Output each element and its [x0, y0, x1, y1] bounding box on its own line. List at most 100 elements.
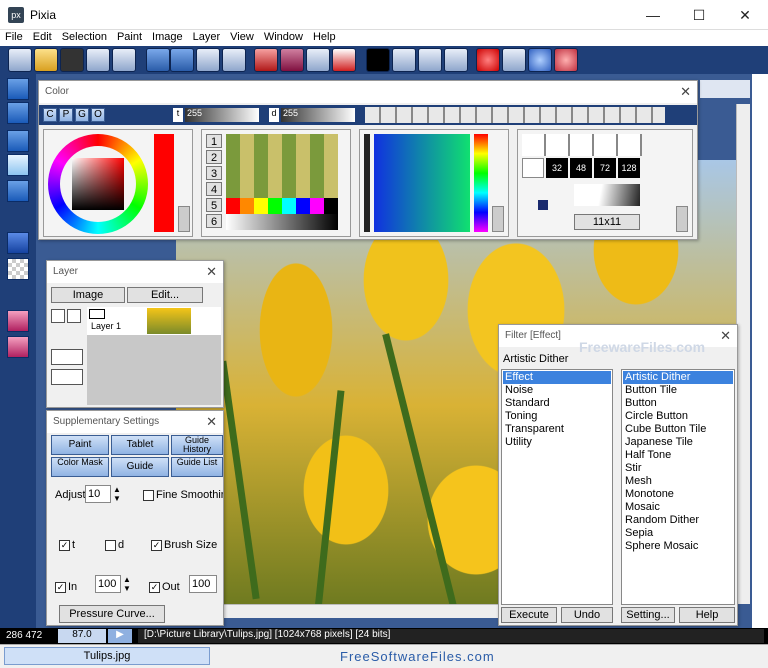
paint-button[interactable]: Paint	[51, 435, 109, 455]
layer-panel-close-icon[interactable]: ✕	[206, 264, 217, 280]
brush-dark-icon[interactable]	[280, 48, 304, 72]
guide-button[interactable]: Guide	[111, 457, 169, 477]
menu-view[interactable]: View	[225, 30, 259, 44]
tab-o[interactable]: O	[91, 108, 105, 122]
delete-layer-icon[interactable]	[67, 309, 81, 323]
brush-expand-icon[interactable]	[676, 206, 688, 232]
text-layer-icon[interactable]	[51, 349, 83, 365]
paste-icon[interactable]	[222, 48, 246, 72]
filter-sphere-mosaic[interactable]: Sphere Mosaic	[623, 540, 733, 553]
color-square[interactable]	[72, 158, 124, 210]
undo-button[interactable]: Undo	[561, 607, 613, 623]
filter-button-tile[interactable]: Button Tile	[623, 384, 733, 397]
supp-panel-close-icon[interactable]: ✕	[206, 414, 217, 430]
menu-help[interactable]: Help	[308, 30, 341, 44]
layer-image-button[interactable]: Image	[51, 287, 125, 303]
filter-random-dither[interactable]: Random Dither	[623, 514, 733, 527]
zoom-level[interactable]: 87.0	[58, 629, 106, 643]
layer-visibility-icon[interactable]	[89, 309, 105, 319]
tab-p[interactable]: P	[59, 108, 73, 122]
d-slider[interactable]: 255	[281, 108, 355, 122]
help-button[interactable]: Help	[679, 607, 735, 623]
tab-g[interactable]: G	[75, 108, 89, 122]
t-slider[interactable]: 255	[185, 108, 259, 122]
filter-mosaic[interactable]: Mosaic	[623, 501, 733, 514]
guide-history-button[interactable]: Guide History	[171, 435, 223, 455]
brush-small-sizes[interactable]	[522, 134, 642, 156]
zoom-in-icon[interactable]	[528, 48, 552, 72]
palette-row-3[interactable]: 3	[206, 166, 222, 180]
pressure-curve-button[interactable]: Pressure Curve...	[59, 605, 165, 623]
image-window-controls[interactable]	[700, 80, 750, 98]
filter-japanese-tile[interactable]: Japanese Tile	[623, 436, 733, 449]
menu-selection[interactable]: Selection	[57, 30, 112, 44]
brush-size-128[interactable]: 128	[618, 158, 640, 178]
gradient-expand-icon[interactable]	[492, 206, 504, 232]
menu-image[interactable]: Image	[147, 30, 188, 44]
brush-size-48[interactable]: 48	[570, 158, 592, 178]
filter-stir[interactable]: Stir	[623, 462, 733, 475]
transparency-icon[interactable]	[7, 258, 29, 280]
fill-icon[interactable]	[7, 154, 29, 176]
menu-file[interactable]: File	[0, 30, 28, 44]
color-panel-close-icon[interactable]: ✕	[680, 84, 691, 100]
rect-select-icon[interactable]	[7, 130, 29, 152]
color-mask-button[interactable]: Color Mask	[51, 457, 109, 477]
palette-row-4[interactable]: 4	[206, 182, 222, 196]
filter-monotone[interactable]: Monotone	[623, 488, 733, 501]
in-input[interactable]: 100	[95, 575, 121, 593]
magnifier-icon[interactable]	[306, 48, 330, 72]
category-toning[interactable]: Toning	[503, 410, 611, 423]
menu-layer[interactable]: Layer	[188, 30, 226, 44]
record-icon[interactable]	[476, 48, 500, 72]
guide-list-button[interactable]: Guide List	[171, 457, 223, 477]
layer-list-icon[interactable]	[51, 369, 83, 385]
filter-button[interactable]: Button	[623, 397, 733, 410]
tab-c[interactable]: C	[43, 108, 57, 122]
brush-size-check[interactable]: ✓ Brush Size	[151, 539, 217, 551]
save-icon[interactable]	[86, 48, 110, 72]
maximize-button[interactable]: ☐	[676, 0, 722, 30]
brush-size-16[interactable]	[522, 158, 544, 178]
zoom-out-icon[interactable]	[554, 48, 578, 72]
close-button[interactable]: ✕	[722, 0, 768, 30]
brush-size-72[interactable]: 72	[594, 158, 616, 178]
filter-category-list[interactable]: Effect Noise Standard Toning Transparent…	[501, 369, 613, 605]
d-check[interactable]: d	[105, 539, 124, 551]
filter-panel-close-icon[interactable]: ✕	[720, 328, 731, 344]
palette-row-6[interactable]: 6	[206, 214, 222, 228]
gradient-slider[interactable]	[364, 134, 370, 232]
pencil-icon[interactable]	[7, 102, 29, 124]
transform-icon[interactable]	[7, 232, 29, 254]
out-check[interactable]: ✓ Out	[149, 581, 180, 593]
adjust-spinner-icon[interactable]: ▲ ▼	[113, 485, 121, 503]
fine-smoothing-check[interactable]: Fine Smoothin	[143, 489, 223, 501]
expand-arrow-icon[interactable]	[178, 206, 190, 232]
tablet-button[interactable]: Tablet	[111, 435, 169, 455]
category-utility[interactable]: Utility	[503, 436, 611, 449]
filter-circle-button[interactable]: Circle Button	[623, 410, 733, 423]
adjust-input[interactable]: 10	[85, 485, 111, 503]
texture-swatches[interactable]	[226, 134, 338, 198]
vertical-scrollbar[interactable]	[736, 104, 750, 604]
setting-button[interactable]: Setting...	[621, 607, 675, 623]
palette-row-1[interactable]: 1	[206, 134, 222, 148]
in-check[interactable]: ✓ In	[55, 581, 77, 593]
copy-icon[interactable]	[196, 48, 220, 72]
image-icon[interactable]	[392, 48, 416, 72]
text-tool-icon[interactable]	[332, 48, 356, 72]
undo-icon[interactable]	[146, 48, 170, 72]
redo-icon[interactable]	[170, 48, 194, 72]
palette-row-2[interactable]: 2	[206, 150, 222, 164]
edit-check-icon[interactable]	[502, 48, 526, 72]
category-effect[interactable]: Effect	[503, 371, 611, 384]
layer-edit-button[interactable]: Edit...	[127, 287, 203, 303]
camera-icon[interactable]	[60, 48, 84, 72]
minimize-button[interactable]: —	[630, 0, 676, 30]
category-noise[interactable]: Noise	[503, 384, 611, 397]
brush-size-32[interactable]: 32	[546, 158, 568, 178]
menu-window[interactable]: Window	[259, 30, 308, 44]
brush-red-icon[interactable]	[254, 48, 278, 72]
menu-paint[interactable]: Paint	[112, 30, 147, 44]
open-folder-icon[interactable]	[34, 48, 58, 72]
